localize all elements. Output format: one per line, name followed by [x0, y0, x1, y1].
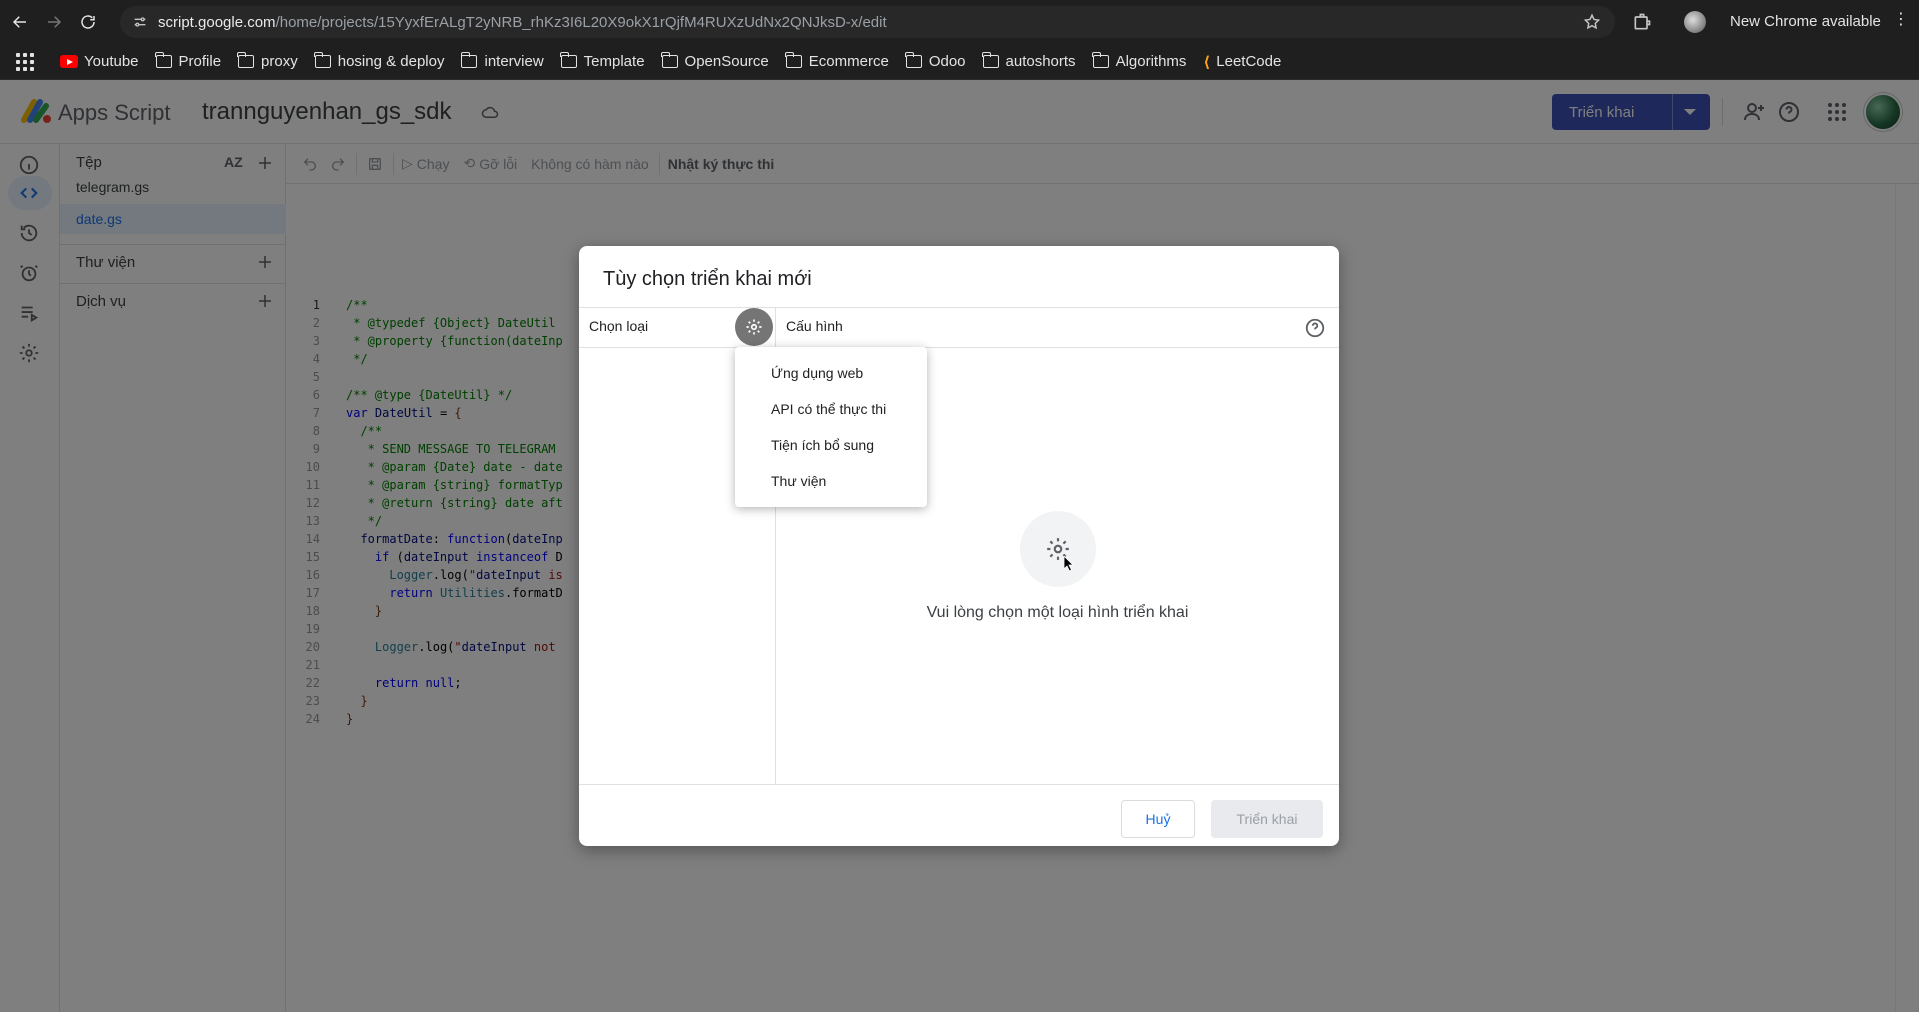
empty-state-message: Vui lòng chọn một loại hình triển khai — [926, 604, 1189, 621]
bookmark-autoshorts[interactable]: autoshorts — [981, 52, 1076, 70]
folder-icon — [314, 52, 331, 68]
bookmark-template[interactable]: Template — [560, 52, 645, 70]
dialog-divider — [579, 347, 1339, 348]
bookmark-youtube[interactable]: Youtube — [60, 53, 139, 70]
deploy-confirm-button[interactable]: Triển khai — [1211, 800, 1323, 838]
cancel-button[interactable]: Huỷ — [1121, 800, 1195, 838]
forward-icon[interactable] — [40, 8, 68, 36]
bookmark-ecommerce[interactable]: Ecommerce — [785, 52, 889, 70]
dialog-divider — [579, 784, 1339, 785]
address-bar[interactable]: script.google.com/home/projects/15YyxfEr… — [120, 6, 1615, 38]
bookmark-leetcode[interactable]: ⟨ LeetCode — [1203, 53, 1281, 71]
bookmark-hosing-deploy[interactable]: hosing & deploy — [314, 52, 444, 70]
deployment-type-menu: Ứng dụng web API có thể thực thi Tiện íc… — [735, 347, 927, 507]
reload-icon[interactable] — [74, 8, 102, 36]
browser-toolbar: script.google.com/home/projects/15YyxfEr… — [0, 0, 1919, 44]
bookmark-algorithms[interactable]: Algorithms — [1091, 52, 1186, 70]
help-icon[interactable] — [1304, 317, 1326, 339]
folder-icon — [154, 52, 172, 68]
new-deployment-dialog: Tùy chọn triển khai mới Chọn loại Cấu hì… — [579, 246, 1339, 846]
dialog-divider — [579, 307, 1339, 308]
folder-icon — [237, 52, 255, 68]
back-icon[interactable] — [6, 8, 34, 36]
menu-item-web-app[interactable]: Ứng dụng web — [735, 355, 927, 391]
folder-icon — [981, 52, 999, 68]
browser-menu-icon[interactable]: ⋮ — [1893, 12, 1909, 28]
folder-icon — [905, 52, 922, 68]
url-text: script.google.com/home/projects/15YyxfEr… — [158, 13, 887, 31]
browser-profile-avatar[interactable] — [1684, 11, 1706, 33]
folder-icon — [560, 52, 577, 68]
select-type-button[interactable] — [735, 308, 773, 346]
menu-item-api-executable[interactable]: API có thể thực thi — [735, 391, 927, 427]
folder-icon — [785, 52, 802, 68]
bookmark-interview[interactable]: interview — [460, 52, 544, 70]
folder-icon — [1091, 52, 1109, 68]
bookmark-opensource[interactable]: OpenSource — [660, 52, 769, 70]
apps-grid-icon[interactable] — [16, 52, 34, 71]
youtube-icon — [60, 55, 78, 68]
extensions-icon[interactable] — [1632, 12, 1652, 32]
config-label: Cấu hình — [786, 318, 843, 334]
bookmark-proxy[interactable]: proxy — [237, 52, 298, 70]
gear-icon — [746, 319, 762, 335]
site-settings-icon[interactable] — [132, 14, 148, 30]
leetcode-icon: ⟨ — [1203, 53, 1211, 71]
bookmarks-bar: Youtube Profile proxy hosing & deploy in… — [0, 44, 1919, 80]
dialog-title: Tùy chọn triển khai mới — [603, 268, 812, 290]
folder-icon — [460, 52, 478, 68]
bookmark-profile[interactable]: Profile — [154, 52, 221, 70]
empty-state-gear — [1020, 511, 1096, 587]
choose-type-label: Chọn loại — [589, 318, 649, 334]
folder-icon — [660, 52, 678, 68]
new-chrome-available[interactable]: New Chrome available — [1730, 13, 1881, 30]
mouse-cursor-icon — [1064, 556, 1074, 572]
menu-item-library[interactable]: Thư viện — [735, 463, 927, 499]
menu-item-add-on[interactable]: Tiện ích bổ sung — [735, 427, 927, 463]
bookmark-star-icon[interactable] — [1583, 13, 1601, 31]
bookmark-odoo[interactable]: Odoo — [905, 52, 966, 70]
